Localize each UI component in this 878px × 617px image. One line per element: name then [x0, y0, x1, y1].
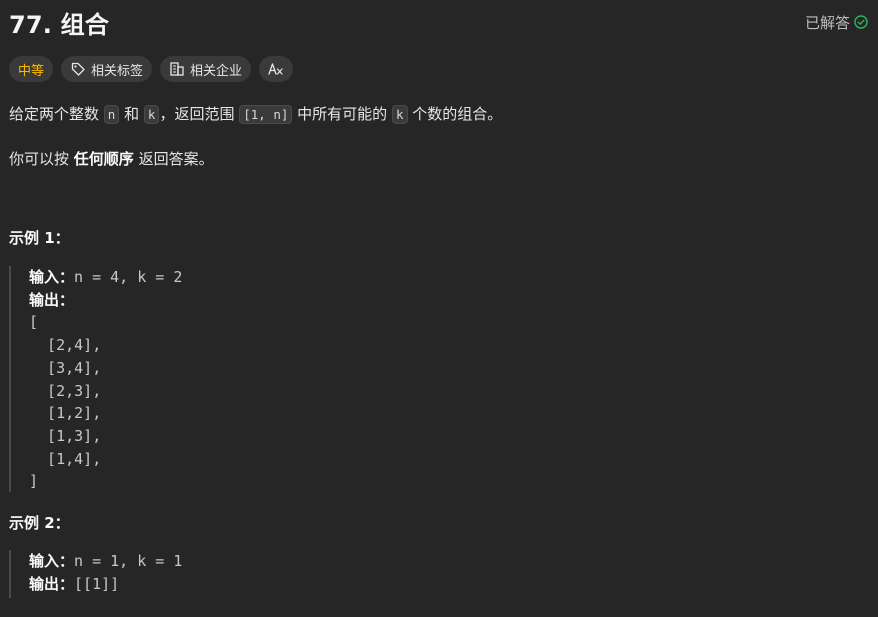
difficulty-label: 中等	[18, 63, 45, 79]
example-2-block: 输入：n = 1, k = 1 输出：[[1]]	[9, 550, 182, 598]
inline-code-k: k	[391, 105, 408, 124]
translate-icon	[267, 61, 285, 77]
statement-text: 你可以按	[9, 150, 70, 168]
output-line: [2,3],	[29, 381, 102, 400]
example-1-output: 输出：	[29, 289, 182, 312]
solved-status: 已解答	[805, 12, 868, 33]
input-value: n = 4, k = 2	[74, 268, 183, 286]
solved-status-label: 已解答	[804, 13, 850, 32]
related-companies-button[interactable]: 相关企业	[160, 56, 252, 82]
output-line: [	[29, 313, 39, 332]
input-value: n = 1, k = 1	[74, 552, 183, 570]
example-1-output-value: [ [2,4], [3,4], [2,3], [1,2], [1,3], [1,…	[29, 311, 182, 493]
example-2-title: 示例 2：	[9, 514, 70, 532]
output-line: [1,2],	[29, 404, 102, 423]
output-line: [2,4],	[29, 336, 102, 355]
inline-code-range: [1, n]	[239, 105, 293, 124]
title-row: 77. 组合 已解答	[9, 4, 868, 40]
inline-code-n: n	[103, 105, 120, 124]
check-circle-icon	[854, 15, 868, 29]
difficulty-badge[interactable]: 中等	[9, 56, 54, 82]
tag-bar: 中等 相关标签 相关企业	[9, 56, 294, 82]
statement-text: 返回答案。	[138, 150, 214, 168]
output-line: ]	[29, 472, 39, 491]
translate-button[interactable]	[259, 56, 294, 82]
output-line: [3,4],	[29, 358, 102, 377]
output-label: 输出：	[29, 574, 75, 593]
example-2-output: 输出：[[1]]	[29, 573, 182, 596]
problem-statement: 给定两个整数 n 和 k ，返回范围 [1, n] 中所有可能的 k 个数的组合。…	[9, 96, 868, 171]
building-icon	[169, 61, 185, 77]
statement-paragraph-2: 你可以按 任何顺序 返回答案。	[9, 147, 868, 171]
related-tags-button[interactable]: 相关标签	[61, 56, 153, 82]
related-tags-label: 相关标签	[91, 63, 144, 79]
output-label: 输出：	[29, 290, 75, 309]
example-1-title: 示例 1：	[9, 229, 70, 247]
example-1-input: 输入：n = 4, k = 2	[29, 266, 182, 289]
output-value: [[1]]	[74, 574, 120, 593]
statement-paragraph-1: 给定两个整数 n 和 k ，返回范围 [1, n] 中所有可能的 k 个数的组合。	[9, 102, 868, 127]
inline-code-k: k	[143, 105, 160, 124]
output-line: [1,4],	[29, 449, 102, 468]
example-2-input: 输入：n = 1, k = 1	[29, 550, 182, 573]
statement-text: 个数的组合。	[412, 105, 503, 123]
problem-description-panel: 77. 组合 已解答 中等 相关标签 相关企业 给定两个整数 n 和 k ，返回…	[0, 0, 878, 617]
statement-text: 给定两个整数	[9, 105, 100, 123]
statement-text: ，返回范围	[159, 105, 235, 123]
statement-text: 和	[124, 105, 140, 123]
related-companies-label: 相关企业	[190, 63, 243, 79]
example-1-block: 输入：n = 4, k = 2 输出： [ [2,4], [3,4], [2,3…	[9, 266, 182, 492]
statement-bold: 任何顺序	[73, 150, 134, 168]
input-label: 输入：	[29, 268, 75, 286]
output-line: [1,3],	[29, 426, 102, 445]
input-label: 输入：	[29, 552, 75, 570]
problem-title[interactable]: 77. 组合	[9, 5, 109, 40]
tag-icon	[70, 61, 86, 77]
statement-text: 中所有可能的	[297, 105, 388, 123]
